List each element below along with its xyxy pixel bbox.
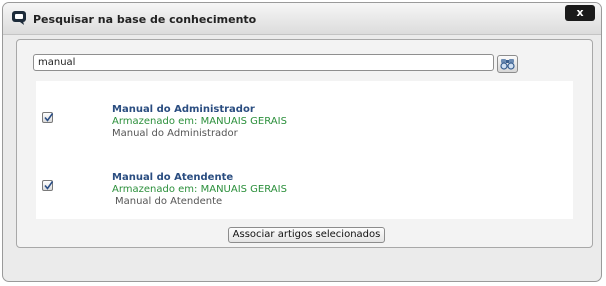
article-location: Armazenado em: MANUAIS GERAIS — [112, 184, 287, 195]
search-input[interactable] — [33, 54, 494, 71]
article-title-link[interactable]: Manual do Atendente — [112, 172, 233, 183]
article-description: Manual do Atendente — [115, 196, 223, 207]
checkmark-icon — [44, 181, 54, 190]
search-button[interactable] — [497, 55, 518, 73]
article-title-link[interactable]: Manual do Administrador — [112, 104, 255, 115]
select-checkbox[interactable] — [42, 112, 54, 123]
article-description: Manual do Administrador — [112, 128, 238, 139]
dialog-title: Pesquisar na base de conhecimento — [33, 13, 257, 26]
binoculars-icon — [500, 59, 515, 70]
associate-selected-button[interactable]: Associar artigos selecionados — [228, 227, 385, 243]
list-item: Manual do Administrador Armazenado em: M… — [36, 101, 573, 151]
list-item: Manual do Atendente Armazenado em: MANUA… — [36, 169, 573, 219]
search-dialog: Pesquisar na base de conhecimento x Manu… — [2, 2, 602, 282]
article-location: Armazenado em: MANUAIS GERAIS — [112, 116, 287, 127]
close-button[interactable]: x — [565, 5, 595, 21]
results-list: Manual do Administrador Armazenado em: M… — [36, 81, 573, 219]
dialog-titlebar[interactable]: Pesquisar na base de conhecimento x — [3, 3, 601, 35]
chat-bubble-icon — [11, 10, 27, 26]
search-panel: Manual do Administrador Armazenado em: M… — [16, 39, 593, 248]
select-checkbox[interactable] — [42, 180, 54, 191]
checkmark-icon — [44, 113, 54, 122]
